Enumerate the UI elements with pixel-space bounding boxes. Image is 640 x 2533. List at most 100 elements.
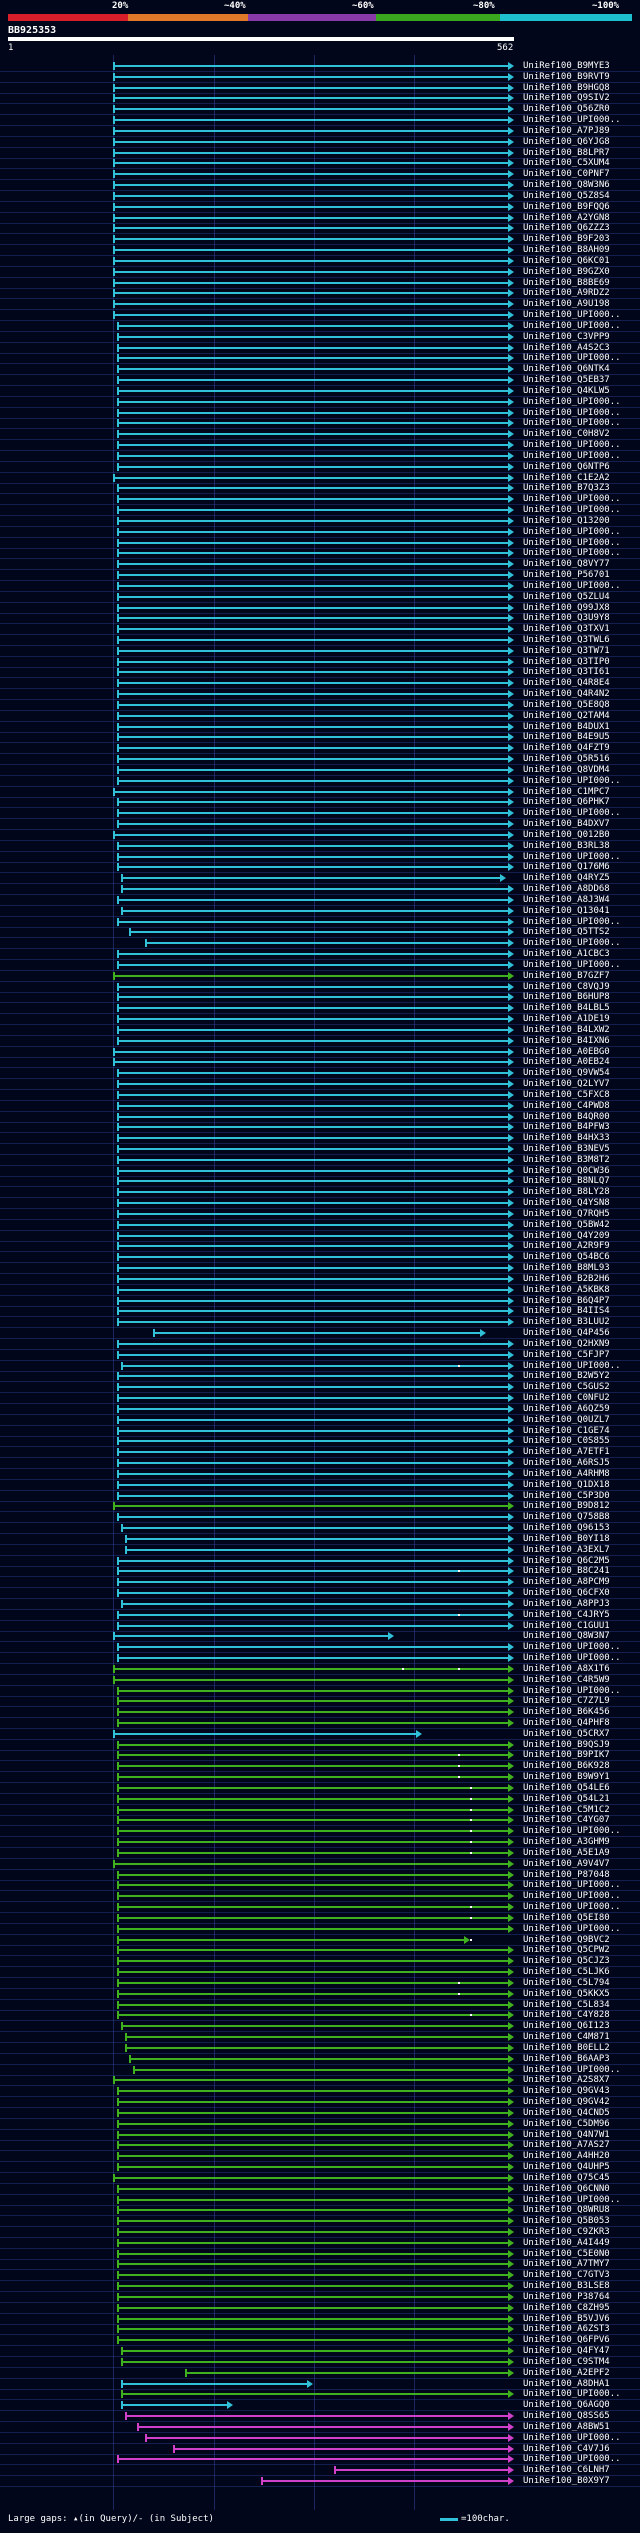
hit-name-link[interactable]: UniRef100_C1GE74 [523, 1426, 610, 1436]
hit-bar[interactable] [117, 1990, 514, 1998]
hit-name-link[interactable]: UniRef100_A8X1T6 [523, 1664, 610, 1674]
hit-bar[interactable] [121, 1600, 514, 1608]
hit-bar[interactable] [125, 2033, 514, 2041]
hit-name-link[interactable]: UniRef100_Q5BW42 [523, 1220, 610, 1230]
hit-name-link[interactable]: UniRef100_B7GZF7 [523, 971, 610, 981]
hit-bar[interactable] [117, 1297, 514, 1305]
hit-name-link[interactable]: UniRef100_C4M871 [523, 2032, 610, 2042]
hit-name-link[interactable]: UniRef100_A6ZST3 [523, 2324, 610, 2334]
hit-name-link[interactable]: UniRef100_C5E0N0 [523, 2249, 610, 2259]
hit-bar[interactable] [117, 2001, 514, 2009]
hit-bar[interactable] [185, 2369, 514, 2377]
hit-bar[interactable] [117, 1015, 514, 1023]
hit-name-link[interactable]: UniRef100_Q2LYV7 [523, 1079, 610, 1089]
hit-name-link[interactable]: UniRef100_A2S8X7 [523, 2075, 610, 2085]
hit-bar[interactable] [121, 2347, 514, 2355]
hit-bar[interactable] [117, 2282, 514, 2290]
hit-bar[interactable] [117, 1004, 514, 1012]
hit-bar[interactable] [125, 2412, 514, 2420]
hit-bar[interactable] [117, 1113, 514, 1121]
hit-bar[interactable] [113, 1632, 394, 1640]
hit-bar[interactable] [117, 1914, 514, 1922]
hit-bar[interactable] [113, 170, 514, 178]
hit-name-link[interactable]: UniRef100_B0ELL2 [523, 2043, 610, 2053]
hit-bar[interactable] [117, 2206, 514, 2214]
hit-name-link[interactable]: UniRef100_A5KBK8 [523, 1285, 610, 1295]
hit-name-link[interactable]: UniRef100_B5VJV6 [523, 2314, 610, 2324]
hit-bar[interactable] [117, 398, 514, 406]
hit-bar[interactable] [117, 419, 514, 427]
hit-bar[interactable] [117, 1892, 514, 1900]
hit-name-link[interactable]: UniRef100_B8C241 [523, 1566, 610, 1576]
hit-bar[interactable] [113, 73, 514, 81]
hit-bar[interactable] [113, 1860, 514, 1868]
hit-name-link[interactable]: UniRef100_B4PFW3 [523, 1122, 610, 1132]
hit-bar[interactable] [113, 116, 514, 124]
hit-name-link[interactable]: UniRef100_A8PPJ3 [523, 1599, 610, 1609]
hit-bar[interactable] [117, 1567, 514, 1575]
hit-name-link[interactable]: UniRef100_UPI000.. [523, 1902, 621, 1912]
hit-name-link[interactable]: UniRef100_A8BW51 [523, 2422, 610, 2432]
hit-bar[interactable] [113, 2174, 514, 2182]
hit-name-link[interactable]: UniRef100_B9PIK7 [523, 1750, 610, 1760]
hit-name-link[interactable]: UniRef100_C0PNF7 [523, 169, 610, 179]
hit-bar[interactable] [117, 733, 514, 741]
hit-bar[interactable] [117, 1849, 514, 1857]
hit-name-link[interactable]: UniRef100_Q4YSN8 [523, 1198, 610, 1208]
hit-bar[interactable] [129, 2055, 514, 2063]
hit-bar[interactable] [117, 1881, 514, 1889]
hit-bar[interactable] [117, 647, 514, 655]
hit-name-link[interactable]: UniRef100_Q4PHF8 [523, 1718, 610, 1728]
hit-name-link[interactable]: UniRef100_B9QSJ9 [523, 1740, 610, 1750]
hit-name-link[interactable]: UniRef100_Q3TI61 [523, 667, 610, 677]
hit-name-link[interactable]: UniRef100_UPI000.. [523, 1653, 621, 1663]
hit-bar[interactable] [117, 1091, 514, 1099]
hit-bar[interactable] [117, 1654, 514, 1662]
hit-bar[interactable] [117, 593, 514, 601]
hit-name-link[interactable]: UniRef100_C8VQJ9 [523, 982, 610, 992]
hit-name-link[interactable]: UniRef100_Q75C45 [523, 2173, 610, 2183]
hit-bar[interactable] [113, 235, 514, 243]
hit-bar[interactable] [113, 203, 514, 211]
hit-bar[interactable] [117, 1784, 514, 1792]
hit-name-link[interactable]: UniRef100_Q2TAM4 [523, 711, 610, 721]
hit-bar[interactable] [117, 820, 514, 828]
hit-bar[interactable] [117, 950, 514, 958]
hit-bar[interactable] [113, 62, 514, 70]
hit-bar[interactable] [117, 1492, 514, 1500]
hit-bar[interactable] [117, 2455, 514, 2463]
hit-name-link[interactable]: UniRef100_Q54L21 [523, 1794, 610, 1804]
hit-name-link[interactable]: UniRef100_C4V7J6 [523, 2444, 610, 2454]
hit-bar[interactable] [117, 744, 514, 752]
hit-bar[interactable] [261, 2477, 514, 2485]
hit-name-link[interactable]: UniRef100_C0H8V2 [523, 429, 610, 439]
hit-name-link[interactable]: UniRef100_Q54BC6 [523, 1252, 610, 1262]
hit-name-link[interactable]: UniRef100_B8LPR7 [523, 148, 610, 158]
hit-bar[interactable] [113, 138, 514, 146]
hit-bar[interactable] [117, 2131, 514, 2139]
hit-name-link[interactable]: UniRef100_B4E9U5 [523, 732, 610, 742]
hit-name-link[interactable]: UniRef100_C0S855 [523, 1436, 610, 1446]
hit-name-link[interactable]: UniRef100_A7AS27 [523, 2140, 610, 2150]
hit-name-link[interactable]: UniRef100_C3VPP9 [523, 332, 610, 342]
hit-bar[interactable] [113, 149, 514, 157]
hit-bar[interactable] [117, 777, 514, 785]
hit-name-link[interactable]: UniRef100_Q9BVC2 [523, 1935, 610, 1945]
hit-name-link[interactable]: UniRef100_C5M1C2 [523, 1805, 610, 1815]
hit-bar[interactable] [125, 1535, 514, 1543]
hit-bar[interactable] [117, 625, 514, 633]
hit-bar[interactable] [117, 766, 514, 774]
hit-bar[interactable] [117, 2120, 514, 2128]
hit-name-link[interactable]: UniRef100_B9RVT9 [523, 72, 610, 82]
hit-bar[interactable] [117, 1080, 514, 1088]
hit-bar[interactable] [117, 1741, 514, 1749]
hit-name-link[interactable]: UniRef100_UPI000.. [523, 548, 621, 558]
hit-bar[interactable] [117, 1307, 514, 1315]
hit-name-link[interactable]: UniRef100_B3NEV5 [523, 1144, 610, 1154]
hit-name-link[interactable]: UniRef100_A1CBC3 [523, 949, 610, 959]
hit-bar[interactable] [113, 127, 514, 135]
hit-name-link[interactable]: UniRef100_Q3TIP0 [523, 657, 610, 667]
hit-name-link[interactable]: UniRef100_UPI000.. [523, 1642, 621, 1652]
hit-name-link[interactable]: UniRef100_A6RSJ5 [523, 1458, 610, 1468]
hit-name-link[interactable]: UniRef100_Q0UZL7 [523, 1415, 610, 1425]
